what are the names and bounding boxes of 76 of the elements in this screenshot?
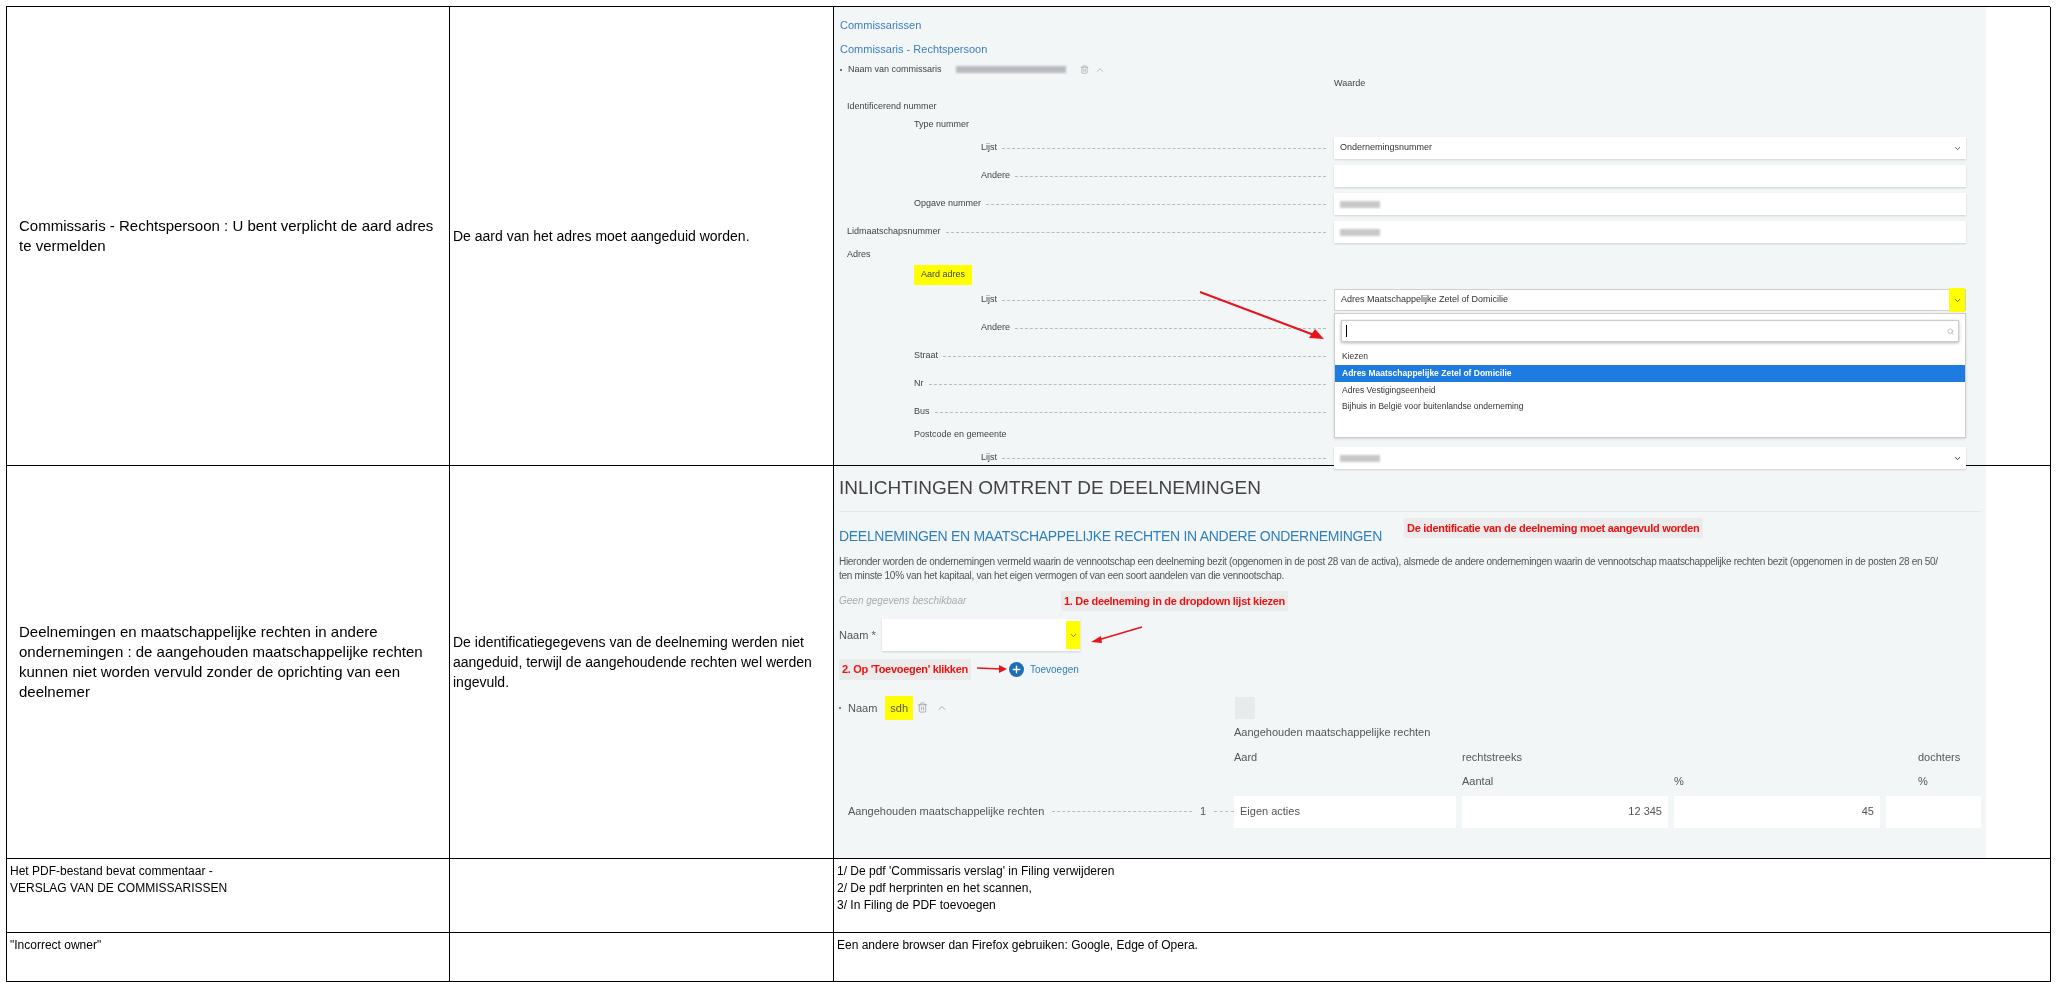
page-title: INLICHTINGEN OMTRENT DE DEELNEMINGEN [839, 476, 1262, 500]
dropdown-option[interactable]: Kiezen [1335, 348, 1965, 365]
plus-icon[interactable] [1008, 661, 1024, 677]
row-number: 1 [1199, 804, 1206, 820]
annotation-note: 1. De deelneming in de dropdown lijst kiezen [1061, 590, 1288, 611]
trash-icon[interactable] [917, 702, 929, 714]
error-message: "Incorrect owner" [10, 937, 103, 954]
field-label: Lijst [981, 293, 997, 307]
error-message: Commissaris - Rechtspersoon : U bent verplicht de aard adres te vermelden [19, 216, 435, 256]
name-value: sdh [885, 695, 914, 720]
add-link[interactable]: Toevoegen [1029, 661, 1079, 677]
field-label: Lijst [981, 141, 997, 155]
subsection-title: Commissaris - Rechtspersoon [839, 41, 989, 57]
redacted-value [1340, 454, 1380, 462]
field-label: Bus [914, 405, 930, 419]
annotation-note: De identificatie van de deelneming moet aangevuld worden [1404, 517, 1703, 538]
explanation-text: De identificatiegegevens van de deelneming werden niet aangeduid, terwijl de aangehoudende rechten wel werden ingevuld. [453, 633, 813, 692]
error-message: VERSLAG VAN DE COMMISSARISSEN [10, 880, 229, 897]
description-text: ten minste 10% van het kapitaal, van het eigen vermogen of van een soort aandelen van die vennootschap. [839, 568, 1285, 583]
table-title: Aangehouden maatschappelijke rechten [1234, 725, 1432, 740]
field-label: Adres [847, 248, 871, 262]
column-header: rechtstreeks [1462, 749, 1523, 765]
column-header: Waarde [1334, 76, 1366, 90]
input-field[interactable]: 12 345 [1462, 795, 1668, 828]
field-label: Opgave nummer [914, 197, 982, 211]
select-field[interactable] [882, 619, 1080, 651]
field-label: Straat [914, 349, 938, 363]
dropdown-option[interactable]: Adres Vestigingseenheid [1335, 381, 1965, 399]
select-field[interactable]: Adres Maatschappelijke Zetel of Domicilie [1334, 289, 1966, 311]
input-field[interactable] [1334, 221, 1966, 243]
solution-text: Een andere browser dan Firefox gebruiken: Google, Edge of Opera. [837, 937, 1199, 954]
column-header: % [1674, 774, 1685, 789]
solution-text: 1/ De pdf 'Commissaris verslag' in Filing verwijderen [837, 863, 1116, 880]
search-input[interactable] [1341, 320, 1959, 342]
pointer-arrow [976, 665, 1007, 674]
field-label: Type nummer [914, 118, 970, 132]
field-label: Andere [981, 321, 1011, 335]
column-header: dochters [1918, 749, 1961, 765]
field-label: Lijst [981, 451, 997, 465]
field-label: Postcode en gemeente [914, 428, 1007, 442]
annotation-note: 2. Op 'Toevoegen' klikken [839, 659, 971, 680]
select-field[interactable]: Ondernemingsnummer [1334, 137, 1966, 159]
dropdown-option[interactable]: Bijhuis in België voor buitenlandse onderneming [1335, 398, 1965, 415]
solution-text: 3/ In Filing de PDF toevoegen [837, 897, 997, 914]
error-message: Deelnemingen en maatschappelijke rechten in andere ondernemingen : de aangehouden maatschappelijke rechten kunnen niet worden vervuld zonder de oprichting van een deelnemer [19, 622, 424, 702]
row-label: Aangehouden maatschappelijke rechten [848, 804, 1045, 820]
input-field[interactable]: Eigen acties [1234, 795, 1456, 828]
dropdown-option[interactable]: Adres Maatschappelijke Zetel of Domicilie [1335, 364, 1965, 382]
field-label: Naam [848, 700, 878, 716]
field-label: Naam * [839, 627, 877, 643]
redacted-value [1340, 200, 1380, 208]
solution-text: 2/ De pdf herprinten en het scannen, [837, 880, 1033, 897]
field-label: Naam van commissaris [848, 63, 942, 76]
error-message: Het PDF-bestand bevat commentaar - [10, 863, 214, 880]
select-field[interactable] [1334, 447, 1966, 469]
field-label: Aard adres [914, 265, 973, 285]
field-label: Lidmaatschapsnummer [847, 225, 941, 239]
field-label: Nr [914, 377, 924, 391]
column-header: Aantal [1462, 774, 1495, 789]
input-field[interactable] [1334, 193, 1966, 215]
empty-state-text: Geen gegevens beschikbaar [839, 594, 968, 609]
field-label: Andere [981, 169, 1011, 183]
section-title: Commissarissen [839, 18, 923, 33]
description-text: Hieronder worden de ondernemingen vermeld waarin de vennootschap een deelneming bezit (opgenomen in de post 28 van de activa), alsmede de andere ondernemingen waarin de vennootschap maatschappelijke rechten bezit (opgenomen in de posten 28 en 50/ [839, 554, 1939, 569]
section-title: DEELNEMINGEN EN MAATSCHAPPELIJKE RECHTEN IN ANDERE ONDERNEMINGEN [839, 526, 1383, 546]
input-field[interactable] [1334, 165, 1966, 187]
pointer-arrow [1090, 625, 1144, 645]
trash-icon[interactable] [1079, 65, 1089, 75]
column-header: Aard [1234, 749, 1259, 765]
input-field[interactable]: 45 [1674, 795, 1880, 828]
column-header: % [1918, 774, 1928, 789]
search-icon [1947, 327, 1954, 335]
text-cursor [1346, 325, 1347, 337]
explanation-text: De aard van het adres moet aangeduid worden. [453, 227, 750, 246]
redacted-value [1340, 228, 1380, 236]
field-label: Identificerend nummer [847, 100, 937, 114]
